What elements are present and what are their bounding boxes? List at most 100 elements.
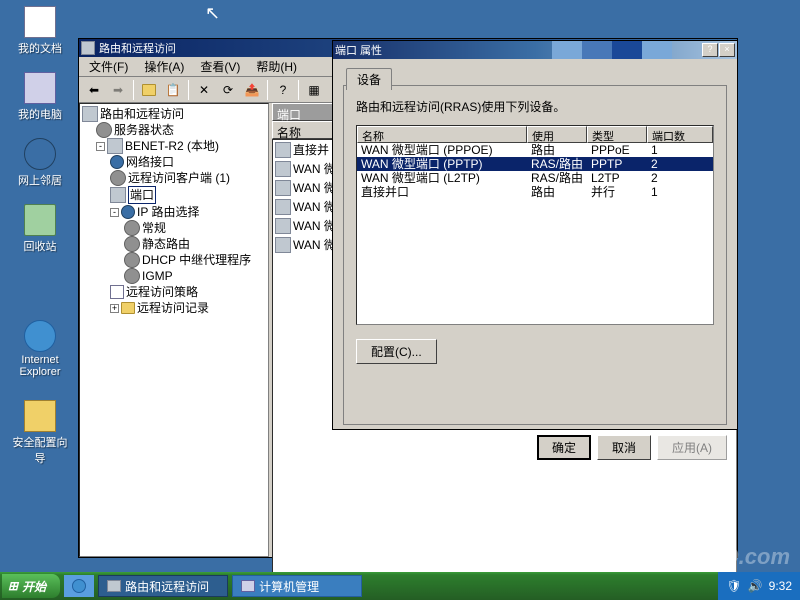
shield-icon	[24, 400, 56, 432]
dialog-titlebar[interactable]: 端口 属性 ? ×	[333, 41, 737, 59]
tree-pane[interactable]: 路由和远程访问 服务器状态 -BENET-R2 (本地) 网络接口 远程访问客户…	[79, 103, 269, 557]
apply-button[interactable]: 应用(A)	[657, 435, 727, 460]
menu-action[interactable]: 操作(A)	[136, 56, 192, 77]
desktop-icon-network[interactable]: 网上邻居	[10, 138, 70, 188]
port-icon	[275, 199, 291, 215]
expand-icon[interactable]: +	[110, 304, 119, 313]
watermark: 51CTO.com	[668, 544, 790, 570]
interface-icon	[110, 155, 124, 169]
back-button[interactable]: ⬅	[83, 79, 105, 101]
policy-icon	[110, 285, 124, 299]
col-count[interactable]: 端口数	[647, 126, 713, 143]
documents-icon	[24, 6, 56, 38]
menu-view[interactable]: 查看(V)	[192, 56, 248, 77]
col-type[interactable]: 类型	[587, 126, 647, 143]
col-name[interactable]: 名称	[357, 126, 527, 143]
node-icon	[124, 220, 140, 236]
tree-igmp[interactable]: IGMP	[82, 268, 266, 284]
help-button[interactable]: ?	[702, 43, 718, 57]
gear-icon	[96, 122, 112, 138]
refresh-button[interactable]: ⟳	[217, 79, 239, 101]
port-icon	[275, 218, 291, 234]
properties-button[interactable]: 📋	[162, 79, 184, 101]
app-icon	[81, 41, 95, 55]
col-use[interactable]: 使用	[527, 126, 587, 143]
label: 我的文档	[10, 40, 70, 56]
delete-button[interactable]: ✕	[193, 79, 215, 101]
desktop-icon-security[interactable]: 安全配置向导	[10, 400, 70, 466]
node-icon	[124, 268, 140, 284]
help-button[interactable]: ?	[272, 79, 294, 101]
label: 我的电脑	[10, 106, 70, 122]
ports-properties-dialog: 端口 属性 ? × 设备 路由和远程访问(RRAS)使用下列设备。 名称 使用 …	[332, 40, 738, 430]
recycle-icon	[24, 204, 56, 236]
collapse-icon[interactable]: -	[96, 142, 105, 151]
clock[interactable]: 9:32	[769, 579, 792, 593]
app-icon	[107, 580, 121, 592]
device-list[interactable]: 名称 使用 类型 端口数 WAN 微型端口 (PPPOE)路由PPPoE1 WA…	[356, 125, 714, 325]
device-list-header: 名称 使用 类型 端口数	[357, 126, 713, 143]
table-row[interactable]: 直接并口路由并行1	[357, 185, 713, 199]
tree-remote-clients[interactable]: 远程访问客户端 (1)	[82, 170, 266, 186]
tree-static-routes[interactable]: 静态路由	[82, 236, 266, 252]
taskbar-item-compmgmt[interactable]: 计算机管理	[232, 575, 362, 597]
app-icon	[241, 580, 255, 592]
tray-icon[interactable]: 🛡	[726, 579, 741, 593]
extra-button[interactable]: ▦	[303, 79, 325, 101]
tree-access-policy[interactable]: 远程访问策略	[82, 284, 266, 300]
tree-dhcp-relay[interactable]: DHCP 中继代理程序	[82, 252, 266, 268]
server-icon	[82, 106, 98, 122]
up-button[interactable]	[138, 79, 160, 101]
desktop-icon-documents[interactable]: 我的文档	[10, 6, 70, 56]
cancel-button[interactable]: 取消	[597, 435, 651, 460]
dialog-description: 路由和远程访问(RRAS)使用下列设备。	[356, 98, 714, 115]
tree-access-log[interactable]: +远程访问记录	[82, 300, 266, 316]
desktop-icon-computer[interactable]: 我的电脑	[10, 72, 70, 122]
close-button[interactable]: ×	[719, 43, 735, 57]
label: 网上邻居	[10, 172, 70, 188]
port-icon	[275, 161, 291, 177]
ports-icon	[110, 187, 126, 203]
desktop-icon-ie[interactable]: Internet Explorer	[10, 320, 70, 378]
tree-network-interfaces[interactable]: 网络接口	[82, 154, 266, 170]
table-row[interactable]: WAN 微型端口 (L2TP)RAS/路由L2TP2	[357, 171, 713, 185]
tab-devices[interactable]: 设备	[346, 68, 392, 90]
label: Internet Explorer	[10, 354, 70, 378]
clients-icon	[110, 170, 126, 186]
windows-logo-icon: ⊞	[8, 579, 18, 593]
forward-button[interactable]: ➡	[107, 79, 129, 101]
tree-local-server[interactable]: -BENET-R2 (本地)	[82, 138, 266, 154]
desktop-icon-recycle[interactable]: 回收站	[10, 204, 70, 254]
table-row[interactable]: WAN 微型端口 (PPTP)RAS/路由PPTP2	[357, 157, 713, 171]
port-icon	[275, 142, 291, 158]
network-icon	[24, 138, 56, 170]
system-tray[interactable]: 🛡 🔊 9:32	[718, 572, 800, 600]
ok-button[interactable]: 确定	[537, 435, 591, 460]
menu-help[interactable]: 帮助(H)	[248, 56, 305, 77]
configure-button[interactable]: 配置(C)...	[356, 339, 437, 364]
quicklaunch-ie[interactable]	[64, 575, 94, 597]
dialog-title: 端口 属性	[335, 42, 552, 58]
tree-ports[interactable]: 端口	[82, 186, 266, 204]
tree-root[interactable]: 路由和远程访问	[82, 106, 266, 122]
tree-ip-routing[interactable]: -IP 路由选择	[82, 204, 266, 220]
node-icon	[124, 252, 140, 268]
export-button[interactable]: 📤	[241, 79, 263, 101]
device-list-body: WAN 微型端口 (PPPOE)路由PPPoE1 WAN 微型端口 (PPTP)…	[357, 143, 713, 199]
folder-icon	[121, 302, 135, 314]
taskbar-item-rras[interactable]: 路由和远程访问	[98, 575, 228, 597]
label: 回收站	[10, 238, 70, 254]
menu-file[interactable]: 文件(F)	[81, 56, 136, 77]
table-row[interactable]: WAN 微型端口 (PPPOE)路由PPPoE1	[357, 143, 713, 157]
taskbar: ⊞ 开始 路由和远程访问 计算机管理 🛡 🔊 9:32	[0, 572, 800, 600]
tree-general[interactable]: 常规	[82, 220, 266, 236]
tree-server-status[interactable]: 服务器状态	[82, 122, 266, 138]
computer-icon	[24, 72, 56, 104]
tab-control: 设备 路由和远程访问(RRAS)使用下列设备。 名称 使用 类型 端口数 WAN…	[343, 85, 727, 425]
label: 安全配置向导	[10, 434, 70, 466]
collapse-icon[interactable]: -	[110, 208, 119, 217]
ie-icon	[72, 579, 86, 593]
tray-icon[interactable]: 🔊	[748, 579, 763, 593]
dialog-buttons: 确定 取消 应用(A)	[343, 435, 727, 460]
start-button[interactable]: ⊞ 开始	[2, 574, 60, 598]
